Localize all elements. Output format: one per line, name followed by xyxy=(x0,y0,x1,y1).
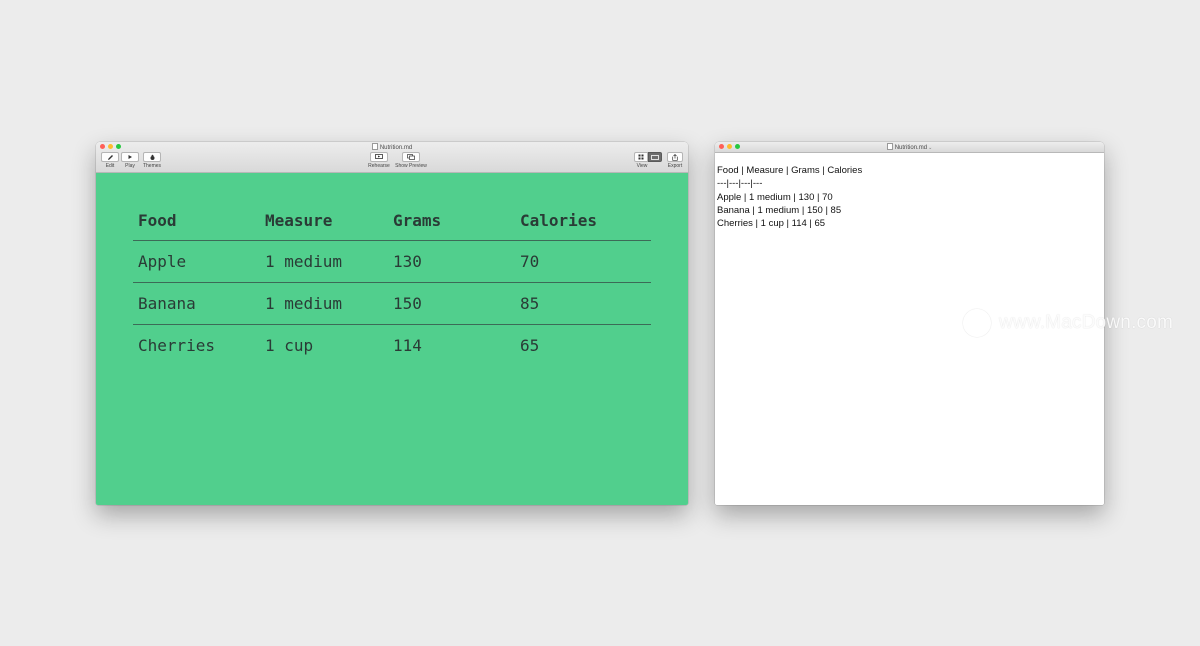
themes-label: Themes xyxy=(142,163,162,169)
show-preview-button[interactable]: Show Preview xyxy=(393,152,429,169)
markdown-titlebar: Nutrition.md⌄ xyxy=(715,142,1104,153)
play-label: Play xyxy=(125,163,135,169)
themes-button[interactable]: Themes xyxy=(142,152,162,169)
table-cell: 70 xyxy=(520,252,540,271)
view-segmented-control[interactable] xyxy=(634,152,662,162)
markdown-line: Apple | 1 medium | 130 | 70 xyxy=(717,191,833,203)
table-row: Banana 1 medium 150 85 xyxy=(133,283,651,325)
table-cell: 1 medium xyxy=(265,294,343,313)
preview-icon xyxy=(402,152,420,162)
markdown-editor[interactable]: Food | Measure | Grams | Calories ---|--… xyxy=(717,164,1100,230)
slide-view-icon[interactable] xyxy=(648,152,662,162)
header-measure: Measure xyxy=(265,210,333,230)
watermark: www.MacDown.com xyxy=(963,309,1173,337)
export-button[interactable]: Export xyxy=(665,152,685,169)
macdown-logo-icon xyxy=(963,309,991,337)
play-button[interactable]: Play xyxy=(121,152,139,169)
watermark-text: www.MacDown.com xyxy=(999,312,1174,333)
table-cell: 130 xyxy=(393,252,422,271)
table-cell: 1 medium xyxy=(265,252,343,271)
window-title[interactable]: Nutrition.md⌄ xyxy=(715,143,1104,152)
document-icon xyxy=(371,143,378,150)
edit-label: Edit xyxy=(105,163,115,169)
themes-icon xyxy=(143,152,161,162)
header-calories: Calories xyxy=(520,210,598,230)
window-title: Nutrition.md xyxy=(96,143,688,152)
window-title-text: Nutrition.md xyxy=(894,145,928,151)
markdown-line: Food | Measure | Grams | Calories xyxy=(717,165,863,176)
export-label: Export xyxy=(667,163,683,169)
table-header-row: Food Measure Grams Calories xyxy=(133,200,651,241)
document-icon xyxy=(886,143,893,150)
pencil-icon xyxy=(101,152,119,162)
header-grams: Grams xyxy=(393,210,442,230)
share-icon xyxy=(667,152,683,162)
view-label: View xyxy=(636,163,648,169)
rehearse-icon xyxy=(370,152,388,162)
edit-button[interactable]: Edit xyxy=(101,152,119,169)
table-cell: Apple xyxy=(138,252,187,271)
main-window: Nutrition.md Edit Play Themes Rehearse S… xyxy=(96,142,688,505)
grid-view-icon[interactable] xyxy=(634,152,648,162)
main-titlebar: Nutrition.md Edit Play Themes Rehearse S… xyxy=(96,142,688,173)
table-cell: Cherries xyxy=(138,336,216,355)
show-preview-label: Show Preview xyxy=(395,163,427,169)
table-cell: 85 xyxy=(520,294,540,313)
chevron-down-icon: ⌄ xyxy=(928,145,933,151)
nutrition-table: Food Measure Grams Calories Apple 1 medi… xyxy=(133,200,651,366)
slide-canvas[interactable]: Food Measure Grams Calories Apple 1 medi… xyxy=(96,173,688,505)
window-title-text: Nutrition.md xyxy=(379,145,413,151)
table-row: Cherries 1 cup 114 65 xyxy=(133,325,651,367)
table-cell: Banana xyxy=(138,294,196,313)
markdown-line: ---|---|---|--- xyxy=(717,178,763,190)
markdown-line: Cherries | 1 cup | 114 | 65 xyxy=(717,218,826,230)
rehearse-label: Rehearse xyxy=(368,163,390,169)
markdown-line: Banana | 1 medium | 150 | 85 xyxy=(717,204,842,216)
play-icon xyxy=(121,152,139,162)
rehearse-button[interactable]: Rehearse xyxy=(366,152,392,169)
table-cell: 114 xyxy=(393,336,422,355)
header-food: Food xyxy=(138,210,177,230)
table-cell: 65 xyxy=(520,336,540,355)
table-row: Apple 1 medium 130 70 xyxy=(133,241,651,283)
table-cell: 1 cup xyxy=(265,336,314,355)
view-control[interactable]: View xyxy=(633,152,663,169)
table-cell: 150 xyxy=(393,294,422,313)
